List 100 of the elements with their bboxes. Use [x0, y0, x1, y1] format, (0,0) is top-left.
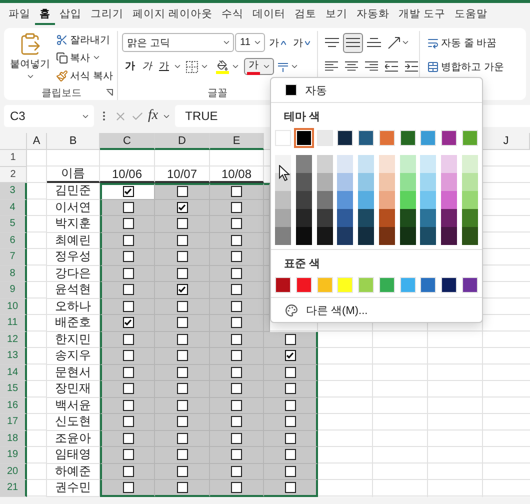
- color-swatch[interactable]: [441, 209, 458, 227]
- checkbox[interactable]: [122, 366, 134, 378]
- column-header[interactable]: C: [100, 133, 155, 150]
- table-cell[interactable]: [100, 348, 155, 364]
- merge-center-button[interactable]: 병합하고 가운: [424, 58, 507, 75]
- color-swatch[interactable]: [337, 155, 354, 173]
- ribbon-tab[interactable]: 검토: [290, 6, 321, 25]
- row-header[interactable]: 21: [0, 480, 27, 496]
- table-cell[interactable]: [100, 183, 155, 200]
- table-cell[interactable]: [210, 480, 264, 496]
- table-cell[interactable]: [155, 332, 210, 348]
- color-swatch[interactable]: [441, 130, 458, 146]
- color-swatch[interactable]: [420, 173, 436, 191]
- color-swatch[interactable]: [441, 155, 458, 173]
- color-swatch[interactable]: [296, 155, 312, 173]
- table-cell[interactable]: [100, 332, 155, 348]
- table-cell[interactable]: [100, 480, 155, 496]
- color-swatch[interactable]: [275, 277, 291, 293]
- table-cell[interactable]: [210, 183, 264, 200]
- table-cell[interactable]: [264, 266, 270, 282]
- color-swatch[interactable]: [358, 130, 374, 146]
- color-swatch[interactable]: [378, 227, 395, 245]
- ribbon-tab[interactable]: 자동화: [352, 6, 394, 25]
- color-swatch[interactable]: [400, 173, 416, 191]
- table-cell[interactable]: [155, 398, 210, 414]
- table-cell[interactable]: [155, 430, 210, 447]
- table-cell[interactable]: [264, 282, 270, 298]
- table-cell[interactable]: [155, 183, 210, 200]
- column-header[interactable]: A: [27, 133, 47, 150]
- table-cell[interactable]: [155, 348, 210, 364]
- checkbox[interactable]: [284, 466, 296, 477]
- insert-function-button[interactable]: fx: [148, 108, 158, 124]
- row-header[interactable]: 2: [0, 166, 27, 183]
- color-swatch[interactable]: [337, 277, 354, 293]
- checkbox[interactable]: [231, 202, 242, 213]
- table-cell[interactable]: [155, 200, 210, 216]
- table-cell[interactable]: [155, 282, 210, 298]
- checkbox[interactable]: [231, 482, 242, 493]
- checkbox[interactable]: [231, 284, 242, 296]
- table-cell[interactable]: [100, 216, 155, 232]
- table-cell[interactable]: [100, 232, 155, 249]
- table-cell[interactable]: [155, 364, 210, 381]
- row-header[interactable]: 19: [0, 447, 27, 464]
- row-header[interactable]: 9: [0, 282, 27, 298]
- color-swatch[interactable]: [420, 227, 436, 245]
- color-swatch[interactable]: [275, 227, 291, 245]
- grow-font-button[interactable]: 가: [266, 34, 289, 51]
- color-swatch[interactable]: [378, 277, 395, 293]
- table-cell[interactable]: [100, 430, 155, 447]
- checkbox[interactable]: [176, 383, 188, 394]
- color-swatch[interactable]: [400, 191, 416, 209]
- checkbox[interactable]: [284, 449, 296, 460]
- color-swatch[interactable]: [296, 191, 312, 209]
- dialog-launcher-icon[interactable]: [106, 89, 113, 96]
- checkbox[interactable]: [122, 334, 134, 345]
- row-header[interactable]: 13: [0, 348, 27, 364]
- color-swatch[interactable]: [316, 155, 333, 173]
- wrap-text-button[interactable]: 자동 줄 바꿈: [424, 34, 500, 51]
- table-cell[interactable]: [264, 480, 318, 496]
- color-swatch[interactable]: [337, 191, 354, 209]
- color-swatch[interactable]: [378, 191, 395, 209]
- table-cell[interactable]: [264, 464, 318, 480]
- checkbox[interactable]: [176, 186, 188, 198]
- table-cell[interactable]: [100, 200, 155, 216]
- color-swatch[interactable]: [400, 130, 416, 146]
- checkbox[interactable]: [176, 218, 188, 230]
- table-cell[interactable]: [100, 298, 155, 315]
- color-swatch[interactable]: [316, 277, 333, 293]
- color-swatch[interactable]: [420, 155, 436, 173]
- alignment-button[interactable]: [343, 32, 363, 52]
- row-header[interactable]: 4: [0, 200, 27, 216]
- color-swatch[interactable]: [420, 209, 436, 227]
- name-box[interactable]: C3: [4, 105, 94, 127]
- checkbox[interactable]: [122, 432, 134, 444]
- font-size-field[interactable]: 11: [235, 33, 265, 52]
- color-swatch[interactable]: [378, 155, 395, 173]
- checkbox[interactable]: [176, 317, 188, 328]
- checkbox[interactable]: [176, 284, 188, 296]
- checkbox[interactable]: [122, 268, 134, 279]
- color-swatch[interactable]: [400, 227, 416, 245]
- table-cell[interactable]: [210, 430, 264, 447]
- checkbox[interactable]: [284, 416, 296, 428]
- color-swatch[interactable]: [462, 173, 478, 191]
- table-cell[interactable]: [210, 332, 264, 348]
- font-style-button[interactable]: 가: [139, 58, 155, 75]
- table-cell[interactable]: [210, 216, 264, 232]
- checkbox[interactable]: [231, 268, 242, 279]
- checkbox[interactable]: [122, 449, 134, 460]
- row-header[interactable]: 5: [0, 216, 27, 232]
- table-cell[interactable]: [264, 348, 318, 364]
- ribbon-tab[interactable]: 도움말: [450, 6, 492, 25]
- table-cell[interactable]: [210, 200, 264, 216]
- color-swatch[interactable]: [462, 130, 478, 146]
- ribbon-tab[interactable]: 개발 도구: [394, 6, 450, 25]
- table-cell[interactable]: [100, 464, 155, 480]
- table-cell[interactable]: [100, 398, 155, 414]
- color-swatch[interactable]: [441, 173, 458, 191]
- row-header[interactable]: 15: [0, 381, 27, 398]
- color-swatch[interactable]: [462, 191, 478, 209]
- column-header[interactable]: E: [210, 133, 264, 150]
